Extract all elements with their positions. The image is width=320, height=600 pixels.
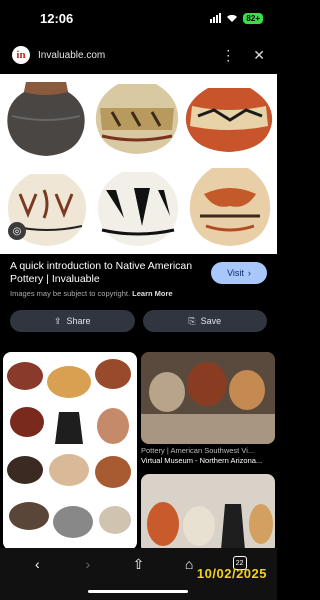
hero-image[interactable] <box>0 74 277 254</box>
status-bar: 12:06 82+ <box>0 0 277 36</box>
wifi-icon <box>227 14 238 22</box>
caption-title: Virtual Museum - Northern Arizona... <box>141 456 263 465</box>
share-icon: ⇪ <box>53 315 62 326</box>
save-label: Save <box>200 316 222 326</box>
pot-image <box>94 168 182 250</box>
caption-source: Pottery | American Southwest Vi... <box>141 446 255 455</box>
back-icon[interactable]: ‹ <box>12 556 63 572</box>
result-title[interactable]: A quick introduction to Native American … <box>10 260 210 286</box>
home-indicator[interactable] <box>88 590 188 593</box>
visit-label: Visit <box>227 268 244 278</box>
more-vert-icon[interactable]: ⋮ <box>221 47 235 64</box>
forward-icon[interactable]: › <box>63 556 114 572</box>
close-icon[interactable]: ✕ <box>253 47 265 64</box>
copyright-text: Images may be subject to copyright. <box>10 289 131 298</box>
site-name[interactable]: Invaluable.com <box>38 50 105 61</box>
action-row: ⇪ Share ⎘ Save <box>10 310 267 332</box>
share-up-icon[interactable]: ⇧ <box>113 556 164 573</box>
visit-button[interactable]: Visit › <box>211 262 267 284</box>
share-button[interactable]: ⇪ Share <box>10 310 135 332</box>
pot-image <box>184 80 274 156</box>
status-time: 12:06 <box>40 10 74 26</box>
related-image-museum[interactable] <box>141 352 275 444</box>
lens-icon[interactable]: ◎ <box>8 222 26 240</box>
related-image-pots[interactable] <box>141 474 275 554</box>
share-label: Share <box>66 316 91 326</box>
signal-icon <box>210 13 222 23</box>
battery-indicator: 82+ <box>243 12 263 24</box>
pot-image <box>2 76 90 160</box>
learn-more-link[interactable]: Learn More <box>132 289 172 298</box>
save-button[interactable]: ⎘ Save <box>142 310 267 332</box>
pot-image <box>92 78 182 158</box>
pot-image <box>186 164 274 250</box>
copyright-note: Images may be subject to copyright. Lear… <box>10 289 267 298</box>
site-logo: in <box>12 46 30 64</box>
status-icons: 82+ <box>210 12 263 24</box>
site-header: in Invaluable.com ⋮ ✕ <box>0 40 277 70</box>
chevron-right-icon: › <box>247 268 251 278</box>
datestamp: 10/02/2025 <box>196 566 267 581</box>
bookmark-icon: ⎘ <box>188 315 196 326</box>
related-image-pottery-chart[interactable] <box>3 352 137 550</box>
related-caption[interactable]: Pottery | American Southwest Vi... Virtu… <box>141 446 275 466</box>
